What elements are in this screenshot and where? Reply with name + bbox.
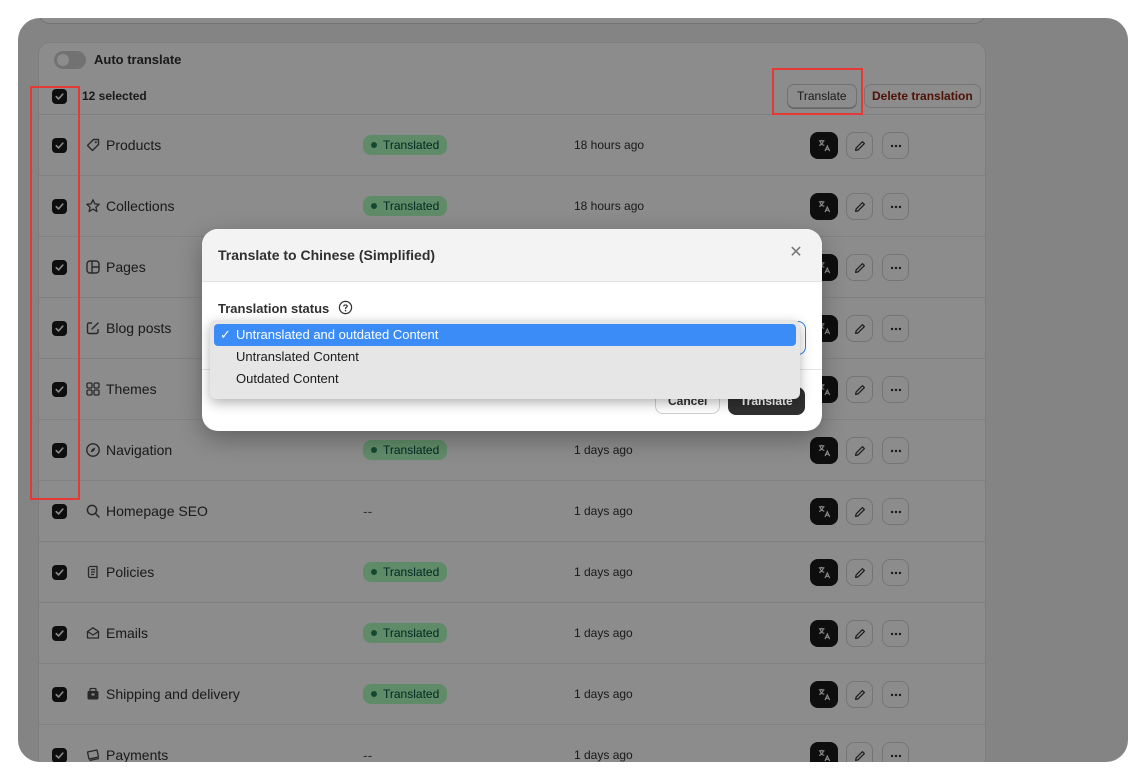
dropdown-option[interactable]: Untranslated Content: [214, 346, 796, 368]
dropdown-option-label: Untranslated and outdated Content: [236, 327, 439, 342]
modal-header: Translate to Chinese (Simplified) ✕: [202, 229, 822, 282]
highlight-checkbox-column: [30, 86, 80, 500]
help-icon[interactable]: [338, 300, 353, 315]
status-dropdown-menu: ✓ Untranslated and outdated Content Untr…: [210, 320, 800, 399]
close-icon[interactable]: ✕: [788, 244, 804, 262]
translation-status-label: Translation status: [218, 301, 330, 316]
checkmark-icon: ✓: [220, 327, 231, 342]
dropdown-option[interactable]: Outdated Content: [214, 368, 796, 390]
app-window: Auto translate 12 selected Translate Del…: [18, 18, 1128, 762]
dropdown-option-label: Untranslated Content: [236, 349, 359, 364]
dropdown-option[interactable]: ✓ Untranslated and outdated Content: [214, 324, 796, 346]
highlight-translate-button: [772, 68, 863, 115]
dropdown-option-label: Outdated Content: [236, 371, 339, 386]
modal-title: Translate to Chinese (Simplified): [218, 247, 436, 263]
